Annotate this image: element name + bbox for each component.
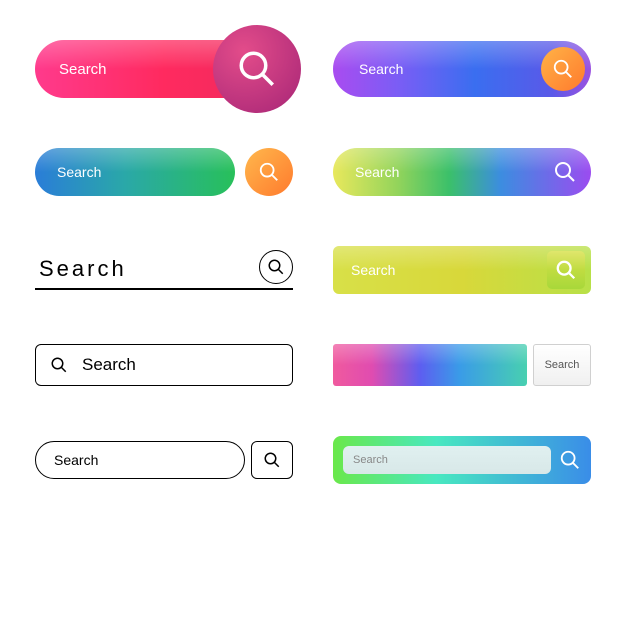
search-label: Search — [59, 61, 107, 78]
search-bar-pink-pill[interactable]: Search — [35, 40, 293, 98]
search-bar-green-box: Search — [333, 436, 591, 484]
search-icon — [267, 258, 285, 276]
search-button-label: Search — [545, 359, 580, 371]
search-button[interactable] — [213, 25, 301, 113]
search-button[interactable]: Search — [533, 344, 591, 386]
search-icon — [50, 356, 68, 374]
search-bar-bluegreen-pill[interactable]: Search — [35, 148, 235, 196]
search-icon — [263, 451, 281, 469]
search-label: Search — [39, 256, 127, 282]
search-button[interactable] — [251, 441, 293, 479]
search-icon[interactable] — [559, 449, 581, 471]
search-icon — [555, 259, 577, 281]
search-label: Search — [351, 262, 395, 278]
search-bar-rainbow-pill[interactable]: Search — [333, 148, 591, 196]
search-bar-underline[interactable]: Search — [35, 250, 293, 290]
search-icon[interactable] — [553, 160, 577, 184]
search-label: Search — [355, 164, 399, 180]
search-bar-bluegreen-group: Search — [35, 148, 293, 196]
search-button[interactable] — [547, 251, 585, 289]
search-bar-yellow-rect[interactable]: Search — [333, 246, 591, 294]
search-button[interactable] — [259, 250, 293, 284]
search-icon — [552, 58, 574, 80]
search-bar-outline-rect[interactable]: Search — [35, 344, 293, 386]
search-bar-rainbow-group: Search — [333, 344, 591, 386]
search-button[interactable] — [245, 148, 293, 196]
search-icon — [258, 161, 280, 183]
search-bar-outline-pill-group: Search — [35, 441, 293, 479]
search-icon — [236, 48, 278, 90]
search-bar-purple-pill[interactable]: Search — [333, 41, 591, 97]
search-label: Search — [82, 355, 136, 375]
search-input[interactable]: Search — [35, 441, 245, 479]
search-label: Search — [54, 452, 98, 468]
search-button[interactable] — [541, 47, 585, 91]
search-label: Search — [359, 61, 403, 77]
search-input[interactable]: Search — [343, 446, 551, 474]
search-label: Search — [57, 164, 101, 180]
search-input[interactable] — [333, 344, 527, 386]
search-placeholder: Search — [353, 454, 388, 466]
